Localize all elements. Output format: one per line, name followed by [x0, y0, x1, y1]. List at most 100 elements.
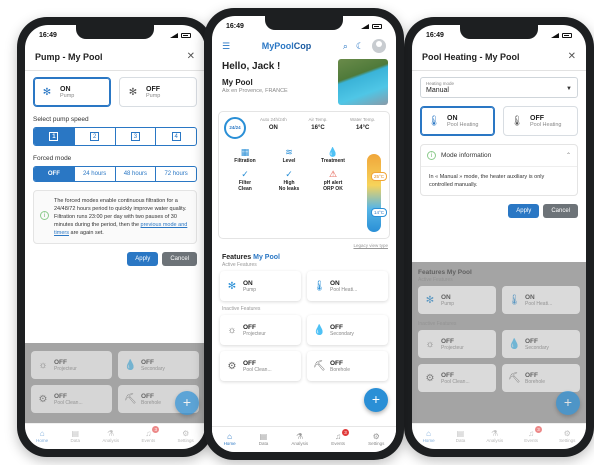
modal-title: Pool Heating - My Pool [422, 51, 520, 62]
pump-off-option[interactable]: ✻ OFF Pump [119, 77, 197, 107]
pool-photo[interactable] [338, 59, 388, 105]
signal-icon [361, 23, 369, 29]
bell-icon: ♫ [145, 428, 152, 438]
cancel-button[interactable]: Cancel [162, 252, 197, 266]
tab-settings[interactable]: ⚙ Settings [368, 432, 384, 446]
thermometer-icon: 🌡 [427, 115, 441, 127]
drop-icon: 💧 [313, 324, 326, 336]
feature-card: ⚙ OFF Pool Clean... [31, 385, 112, 413]
tab-events[interactable]: ♫ Events 3 [331, 428, 349, 446]
forced-option[interactable]: 48 hours [116, 167, 157, 181]
drop-icon: 💧 [327, 147, 339, 157]
speed-option[interactable]: 4 [156, 128, 196, 145]
heating-screen: 16:49 Pool Heating - My Pool ✕ Heating m… [412, 25, 586, 449]
search-icon[interactable]: ⌕ [343, 41, 348, 52]
info-icon: i [427, 151, 436, 160]
pump-on-option[interactable]: ✻ ON Pump [33, 77, 111, 107]
pump-modal-body: ✻ ON Pump ✻ OFF Pump Select pump speed 1 2… [25, 71, 205, 272]
home-icon: ⌂ [426, 428, 431, 438]
speed-option[interactable]: 2 [75, 128, 116, 145]
forced-option[interactable]: 24 hours [75, 167, 116, 181]
apply-button[interactable]: Apply [508, 204, 540, 218]
cancel-button[interactable]: Cancel [543, 204, 578, 218]
thermometer-icon: 🌡 [510, 115, 524, 127]
drop-icon: 💧 [124, 359, 137, 371]
mode-info-accordion: i Mode information ⌃ In « Manual » mode,… [420, 144, 578, 196]
modal-header: Pump - My Pool ✕ [25, 45, 205, 71]
tab-home[interactable]: ⌂ Home [224, 432, 236, 446]
info-icon: i [40, 211, 49, 220]
feature-card-pump[interactable]: ✻ ON Pump [220, 271, 301, 301]
speed-option[interactable]: 1 [34, 128, 75, 145]
forced-option[interactable]: OFF [34, 167, 75, 181]
events-badge: 3 [152, 425, 160, 433]
chevron-up-icon: ⌃ [565, 153, 571, 159]
heating-modal-body: Heating mode Manual ▼ 🌡 ON Pool Heating 🌡… [412, 71, 586, 224]
inactive-features-label: Inactive Features [222, 306, 261, 312]
mode-info-header[interactable]: i Mode information ⌃ [421, 145, 577, 167]
forced-mode-selector: OFF 24 hours 48 hours 72 hours [33, 166, 197, 182]
close-icon[interactable]: ✕ [568, 51, 576, 62]
tab-analysis[interactable]: ⚗ Analysis [291, 432, 308, 446]
heating-mode-select[interactable]: Heating mode Manual ▼ [420, 77, 578, 98]
apply-button[interactable]: Apply [127, 252, 159, 266]
borehole-icon: ⛏ [124, 393, 137, 405]
check-icon: ✓ [285, 169, 293, 179]
robot-icon: ⚙ [38, 393, 48, 405]
tab-home: ⌂ Home [422, 428, 435, 443]
forced-option[interactable]: 72 hours [156, 167, 196, 181]
heating-on-option[interactable]: 🌡 ON Pool Heating [420, 106, 495, 136]
heating-off-option[interactable]: 🌡 OFF Pool Heating [503, 106, 578, 136]
feature-card: ✻ ON Pump [418, 286, 496, 314]
tab-home: ⌂ Home [36, 428, 49, 443]
data-icon: ▤ [71, 428, 80, 438]
bulb-icon: ☼ [227, 324, 237, 336]
home-icon: ⌂ [227, 431, 232, 441]
speed-label: Select pump speed [33, 116, 89, 123]
state-filtration: ▦ Filtration [224, 147, 266, 164]
bell-icon: ♫ [335, 431, 342, 441]
caret-down-icon: ▼ [566, 86, 572, 92]
avatar[interactable] [372, 39, 386, 53]
phone-center: 16:49 ☰ MyPoolCop ⌕ ☾ Hello, Jack ! My P… [204, 8, 404, 460]
tab-data: ▤ Data [70, 428, 81, 443]
active-features: ✻ ON Pump 🌡 ON Pool Heati... [212, 271, 396, 301]
borehole-icon: ⛏ [508, 372, 521, 384]
feature-card: 💧 OFF Secondary [118, 351, 199, 379]
menu-icon[interactable]: ☰ [222, 41, 230, 52]
borehole-icon: ⛏ [313, 360, 326, 372]
analysis-icon: ⚗ [296, 431, 304, 441]
gear-icon: ⚙ [182, 428, 190, 438]
battery-icon [562, 32, 572, 38]
feature-card-secondary[interactable]: 💧 OFF Secondary [307, 315, 388, 345]
dashboard-screen: 16:49 ☰ MyPoolCop ⌕ ☾ Hello, Jack ! My P… [212, 16, 396, 452]
temperature-bar [367, 154, 381, 232]
feature-card-heating[interactable]: 🌡 ON Pool Heati... [307, 271, 388, 301]
phone-right: 16:49 Pool Heating - My Pool ✕ Heating m… [404, 17, 594, 457]
feature-card: 🌡 ON Pool Heati... [502, 286, 580, 314]
metric-auto: Auto 24h/24h ON [259, 117, 287, 131]
pool-status-card: 24/24 Auto 24h/24h ON Air Temp. 16°C Water… [218, 111, 390, 239]
close-icon[interactable]: ✕ [187, 51, 195, 62]
bulb-icon: ☼ [38, 359, 48, 371]
water-temp-marker: 14°C [370, 208, 387, 217]
feature-card-borehole[interactable]: ⛏ OFF Borehole [307, 351, 388, 381]
feature-card-projector[interactable]: ☼ OFF Projecteur [220, 315, 301, 345]
signal-icon [170, 32, 178, 38]
speed-option[interactable]: 3 [116, 128, 157, 145]
battery-icon [181, 32, 191, 38]
feature-card-cleaner[interactable]: ⚙ OFF Pool Clean... [220, 351, 301, 381]
feature-card: ⛏ OFF Borehole [502, 364, 580, 392]
status-time: 16:49 [39, 31, 57, 39]
add-fab-button[interactable]: + [364, 388, 388, 412]
pump-screen: 16:49 Pump - My Pool ✕ ✻ ON Pump ✻ OFF Pum… [25, 25, 205, 449]
moon-icon[interactable]: ☾ [356, 41, 364, 52]
app-bar: ☰ MyPoolCop ⌕ ☾ [212, 36, 396, 59]
notch [460, 25, 538, 39]
tab-data[interactable]: ▤ Data [259, 432, 269, 446]
filter-icon: ▦ [240, 147, 250, 157]
fan-icon: ✻ [425, 294, 435, 306]
air-temp-marker: 25°C [370, 172, 387, 181]
tab-analysis: ⚗ Analysis [486, 428, 504, 443]
inactive-features: ☼ OFF Projecteur 💧 OFF Secondary [212, 315, 396, 345]
